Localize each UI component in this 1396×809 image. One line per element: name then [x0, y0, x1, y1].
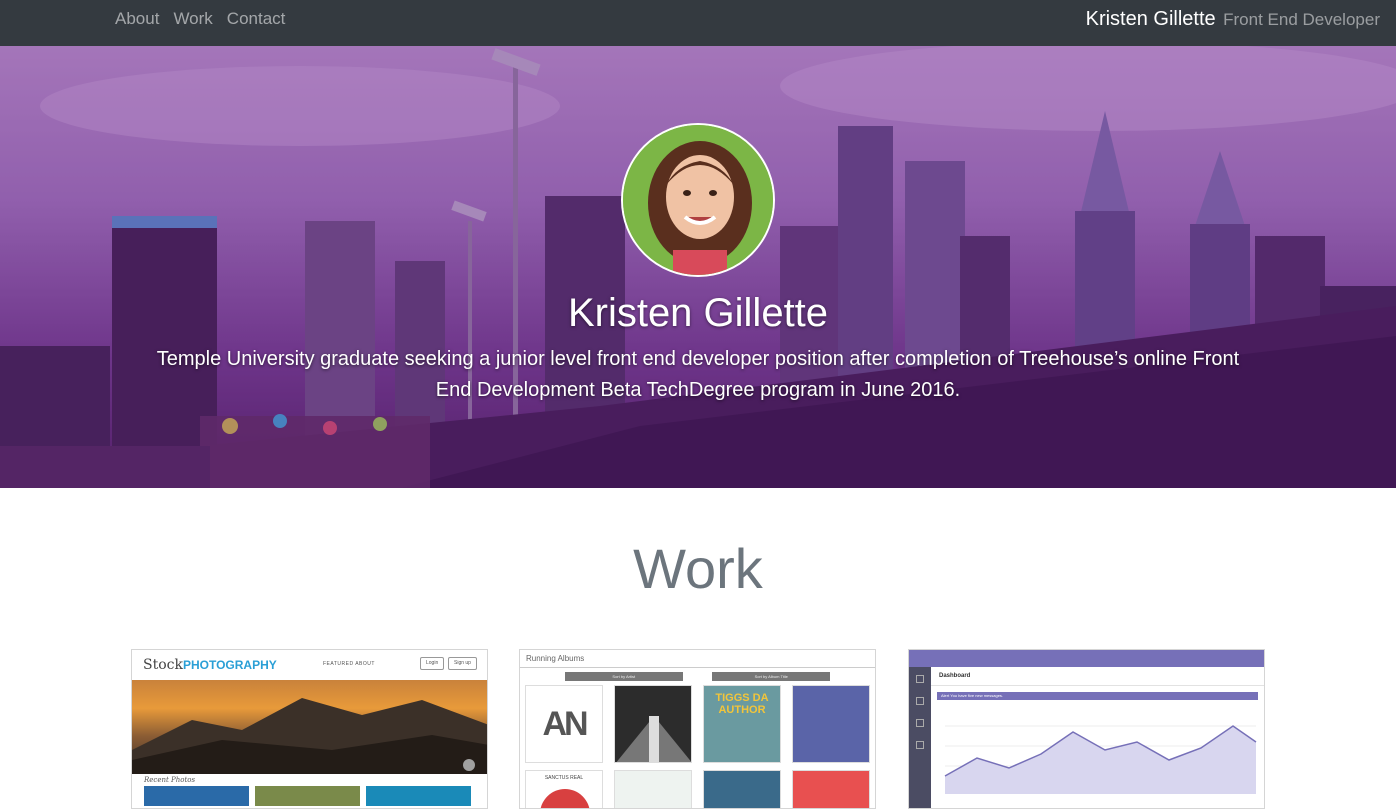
nav-link-about[interactable]: About — [115, 9, 159, 29]
album-cover: AN — [525, 685, 603, 763]
nav-link-contact[interactable]: Contact — [227, 9, 286, 29]
album-cover — [614, 685, 692, 763]
nav-links: About Work Contact — [115, 9, 285, 29]
hero-bio: Temple University graduate seeking a jun… — [156, 348, 1240, 401]
stock-photo-thumbnails — [132, 786, 487, 806]
sort-artist-button: Sort by Artist — [564, 672, 683, 681]
nav-link-work[interactable]: Work — [173, 9, 212, 29]
navbar-brand[interactable]: Kristen Gillette Front End Developer — [1086, 8, 1380, 31]
album-cover — [614, 770, 692, 808]
work-card-running-albums[interactable]: Running Albums Sort by Artist Sort by Al… — [519, 649, 876, 809]
sort-title-button: Sort by Album Title — [712, 672, 831, 681]
stock-photo-thumb — [144, 786, 249, 806]
album-cover: TIGGS DA AUTHOR — [703, 685, 781, 763]
dashboard-main: Dashboard Alert You have five new messag… — [931, 667, 1264, 808]
brand-name: Kristen Gillette — [1085, 8, 1216, 30]
running-albums-heading: Running Albums — [520, 650, 875, 668]
stock-photo-hero-image — [132, 680, 487, 774]
dashboard-sidebar — [909, 667, 931, 808]
top-navbar: About Work Contact Kristen Gillette Fron… — [0, 0, 1396, 46]
album-cover — [792, 770, 870, 808]
dashboard-topbar — [909, 650, 1264, 667]
work-card-stock-photography[interactable]: StockPHOTOGRAPHY FEATURED ABOUT Login Si… — [131, 649, 488, 809]
stock-photo-logo: StockPHOTOGRAPHY — [143, 657, 277, 673]
work-card-dashboard[interactable]: Dashboard Alert You have five new messag… — [908, 649, 1265, 809]
brand-role: Front End Developer — [1223, 10, 1380, 29]
stock-photo-recent-label: Recent Photos — [144, 776, 196, 784]
profile-photo — [621, 123, 775, 277]
dashboard-title: Dashboard — [931, 667, 1264, 686]
running-albums-sort-buttons: Sort by Artist Sort by Album Title — [520, 672, 875, 685]
dashboard-alert: Alert You have five new messages. — [937, 692, 1258, 700]
stock-photo-signup-button: Sign up — [448, 657, 477, 670]
stock-photo-thumb — [255, 786, 360, 806]
stock-photo-header: StockPHOTOGRAPHY FEATURED ABOUT Login Si… — [132, 650, 487, 680]
album-cover: SANCTUS REAL — [525, 770, 603, 808]
album-cover — [792, 685, 870, 763]
work-section-title: Work — [633, 537, 763, 600]
stock-photo-nav: FEATURED ABOUT — [323, 661, 375, 667]
album-cover — [703, 770, 781, 808]
stock-photo-login-button: Login — [420, 657, 445, 670]
hero-name: Kristen Gillette — [567, 291, 829, 335]
dashboard-traffic-chart — [944, 725, 1257, 794]
stock-photo-thumb — [366, 786, 471, 806]
hero-banner: Kristen Gillette Temple University gradu… — [0, 46, 1396, 488]
album-grid: AN TIGGS DA AUTHOR SANCTUS REAL — [520, 685, 875, 808]
